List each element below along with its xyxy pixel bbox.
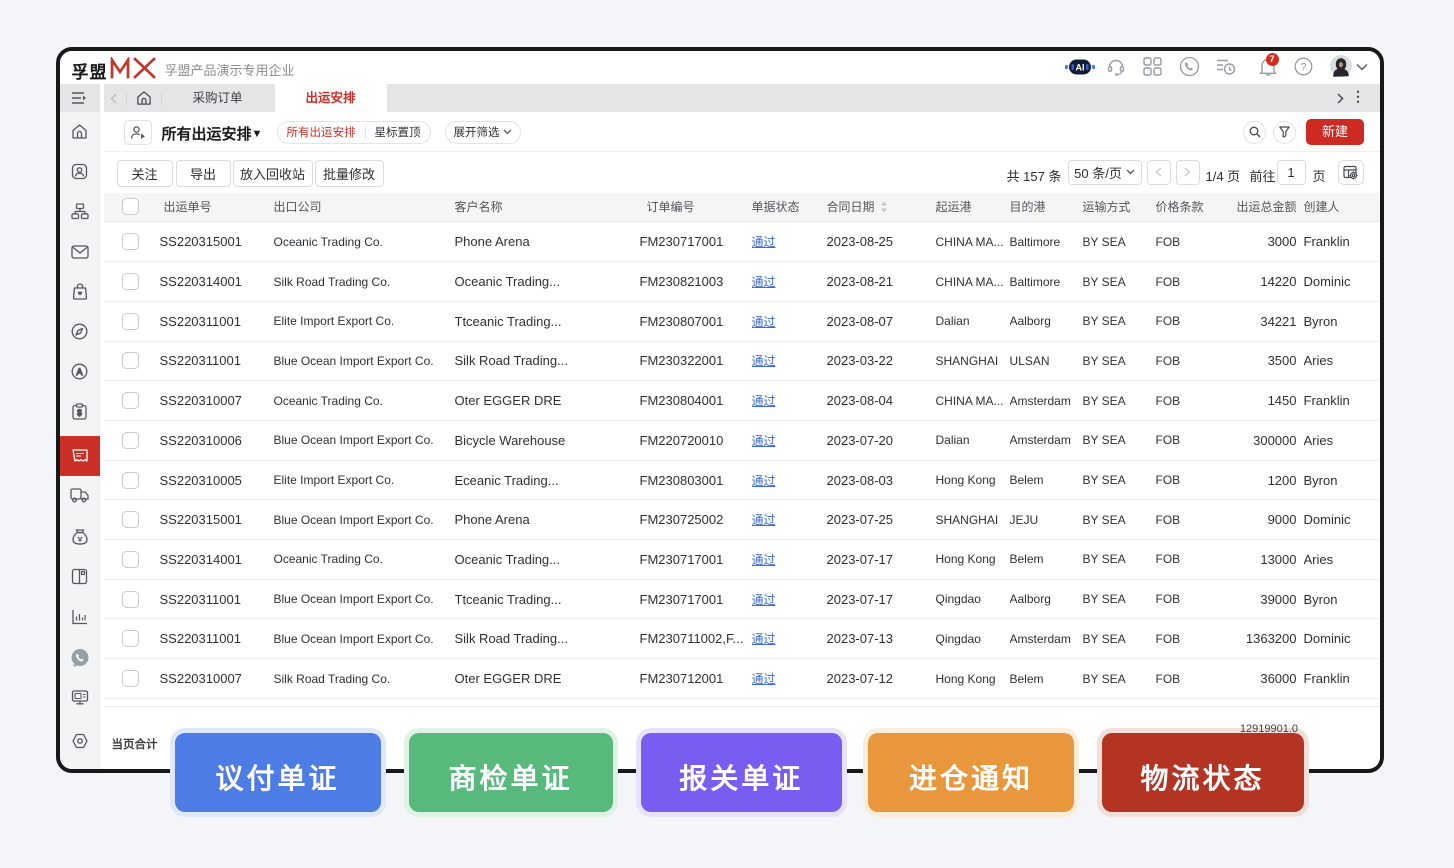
svg-text:?: ? bbox=[1300, 61, 1306, 73]
svg-text:A: A bbox=[76, 367, 82, 377]
svg-text:$: $ bbox=[77, 409, 82, 418]
svg-text:AI: AI bbox=[1075, 62, 1084, 72]
